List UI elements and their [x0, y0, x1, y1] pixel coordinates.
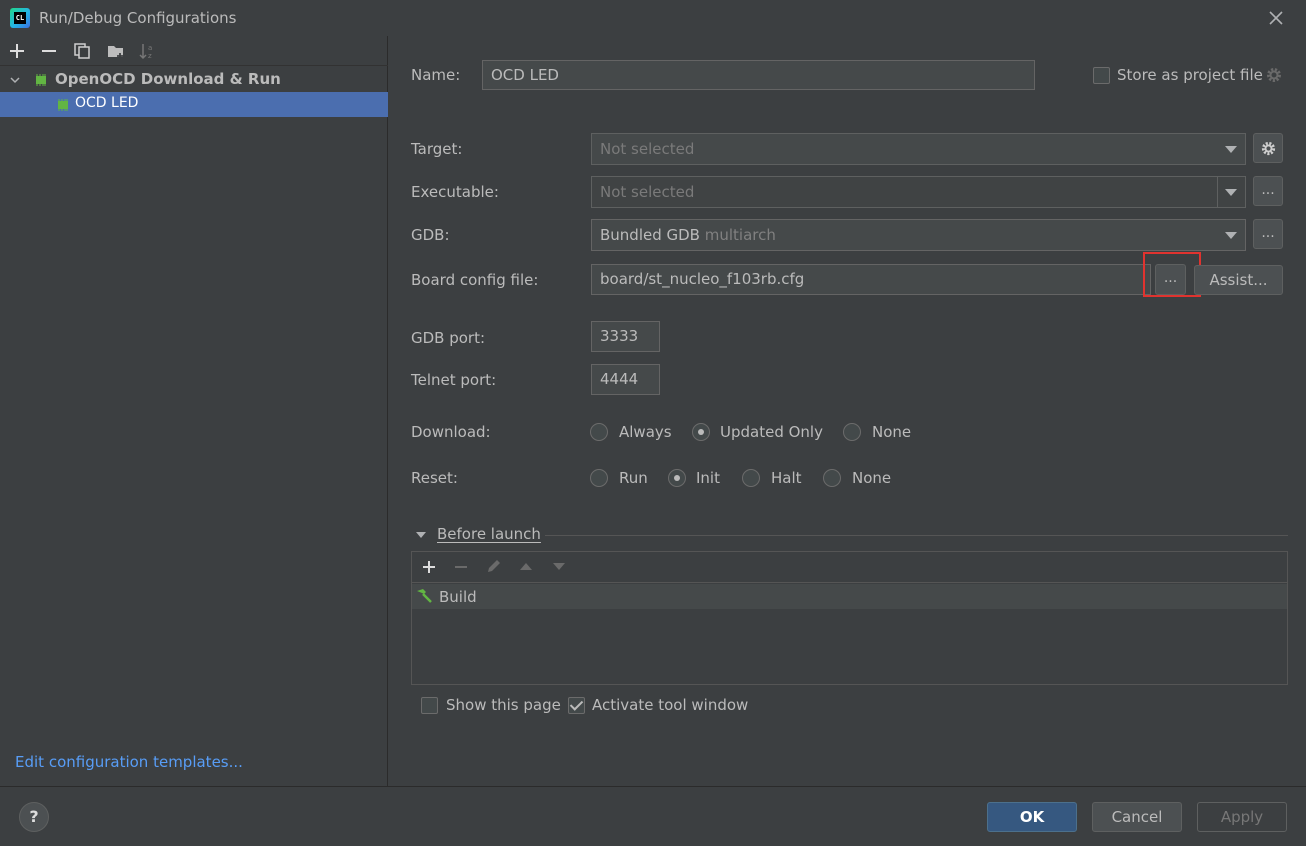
name-input[interactable]: OCD LED: [482, 60, 1035, 90]
gdb-port-label: GDB port:: [411, 329, 486, 347]
dropdown-arrow-icon: [1225, 189, 1237, 196]
show-this-page-checkbox[interactable]: [421, 697, 438, 714]
activate-tool-window-checkbox[interactable]: [568, 697, 585, 714]
gdb-combo[interactable]: Bundled GDB multiarch: [591, 219, 1246, 251]
reset-label: Reset:: [411, 469, 458, 487]
gdb-port-input[interactable]: 3333: [591, 321, 660, 352]
tree-item-label: OCD LED: [75, 95, 139, 111]
target-label: Target:: [411, 140, 463, 158]
svg-text:a: a: [148, 44, 152, 52]
name-label: Name:: [411, 66, 461, 84]
hammer-icon: [417, 589, 432, 603]
dialog-button-bar: ? OK Cancel Apply: [0, 786, 1306, 846]
download-updated-only-radio[interactable]: [692, 423, 710, 441]
list-item[interactable]: Build: [412, 584, 1287, 609]
gdb-label: GDB:: [411, 226, 450, 244]
tree-toolbar: a z: [0, 36, 388, 66]
target-settings-button[interactable]: [1253, 133, 1283, 163]
download-updated-only-label: Updated Only: [720, 423, 823, 441]
telnet-port-label: Telnet port:: [411, 371, 497, 389]
download-always-radio[interactable]: [590, 423, 608, 441]
new-folder-icon[interactable]: [106, 41, 126, 61]
collapse-triangle-icon[interactable]: [414, 530, 428, 540]
reset-halt-radio[interactable]: [742, 469, 760, 487]
telnet-port-input[interactable]: 4444: [591, 364, 660, 395]
chevron-down-icon[interactable]: [9, 74, 21, 86]
reset-init-radio[interactable]: [668, 469, 686, 487]
edit-templates-link[interactable]: Edit configuration templates...: [15, 753, 243, 771]
executable-browse-button[interactable]: ...: [1253, 176, 1283, 206]
download-always-label: Always: [619, 423, 672, 441]
reset-none-label: None: [852, 469, 892, 487]
before-launch-title[interactable]: Before launch: [437, 525, 541, 543]
before-launch-list-panel: Build: [411, 551, 1288, 685]
gdb-browse-button[interactable]: ...: [1253, 219, 1283, 249]
chip-icon: [58, 99, 68, 111]
activate-tool-window-label: Activate tool window: [592, 696, 749, 714]
download-label: Download:: [411, 423, 491, 441]
show-this-page-label: Show this page: [446, 696, 561, 714]
tree-group-openocd[interactable]: OpenOCD Download & Run: [0, 68, 388, 92]
add-icon[interactable]: [420, 558, 438, 576]
ok-button[interactable]: OK: [987, 802, 1077, 832]
cancel-button[interactable]: Cancel: [1092, 802, 1182, 832]
tree-item-ocd-led[interactable]: OCD LED: [0, 92, 388, 117]
window-title: Run/Debug Configurations: [39, 9, 237, 27]
board-config-label: Board config file:: [411, 271, 539, 289]
help-button[interactable]: ?: [19, 802, 49, 832]
dropdown-arrow-icon: [1225, 146, 1237, 153]
board-config-input[interactable]: board/st_nucleo_f103rb.cfg: [591, 264, 1151, 295]
configuration-form: Name: OCD LED Store as project file Targ…: [389, 36, 1306, 786]
before-launch-toolbar: [412, 552, 1287, 583]
target-combo[interactable]: Not selected: [591, 133, 1246, 165]
reset-none-radio[interactable]: [823, 469, 841, 487]
title-bar: CL Run/Debug Configurations: [0, 0, 1306, 36]
remove-icon[interactable]: [452, 558, 470, 576]
remove-icon[interactable]: [39, 41, 59, 61]
chip-icon: [36, 74, 46, 86]
svg-text:z: z: [148, 52, 152, 60]
gear-icon[interactable]: [1265, 66, 1283, 84]
highlight-box: [1143, 252, 1201, 297]
tree-group-label: OpenOCD Download & Run: [55, 70, 281, 88]
executable-label: Executable:: [411, 183, 499, 201]
apply-button[interactable]: Apply: [1197, 802, 1287, 832]
move-up-icon[interactable]: [518, 560, 534, 572]
add-icon[interactable]: [7, 41, 27, 61]
close-icon[interactable]: [1266, 8, 1286, 28]
reset-halt-label: Halt: [771, 469, 802, 487]
configuration-tree-panel: a z OpenOCD Download & Run OCD LED Edit …: [0, 36, 388, 786]
gear-icon: [1261, 141, 1276, 156]
download-none-radio[interactable]: [843, 423, 861, 441]
executable-combo[interactable]: Not selected: [591, 176, 1246, 208]
assist-button[interactable]: Assist...: [1194, 265, 1283, 295]
list-item-label: Build: [439, 588, 477, 606]
download-none-label: None: [872, 423, 912, 441]
dropdown-arrow-icon: [1225, 232, 1237, 239]
copy-icon[interactable]: [72, 41, 92, 61]
sort-icon[interactable]: a z: [137, 41, 157, 61]
reset-init-label: Init: [696, 469, 720, 487]
section-divider: [545, 535, 1288, 536]
reset-run-label: Run: [619, 469, 648, 487]
clion-app-icon: CL: [10, 8, 30, 28]
gdb-value: Bundled GDB: [600, 226, 700, 244]
store-as-project-label: Store as project file: [1117, 66, 1263, 84]
gdb-value-extra: multiarch: [704, 226, 776, 244]
move-down-icon[interactable]: [551, 561, 567, 573]
store-as-project-checkbox[interactable]: [1093, 67, 1110, 84]
combo-divider: [1217, 177, 1218, 207]
reset-run-radio[interactable]: [590, 469, 608, 487]
edit-pencil-icon[interactable]: [485, 557, 503, 575]
